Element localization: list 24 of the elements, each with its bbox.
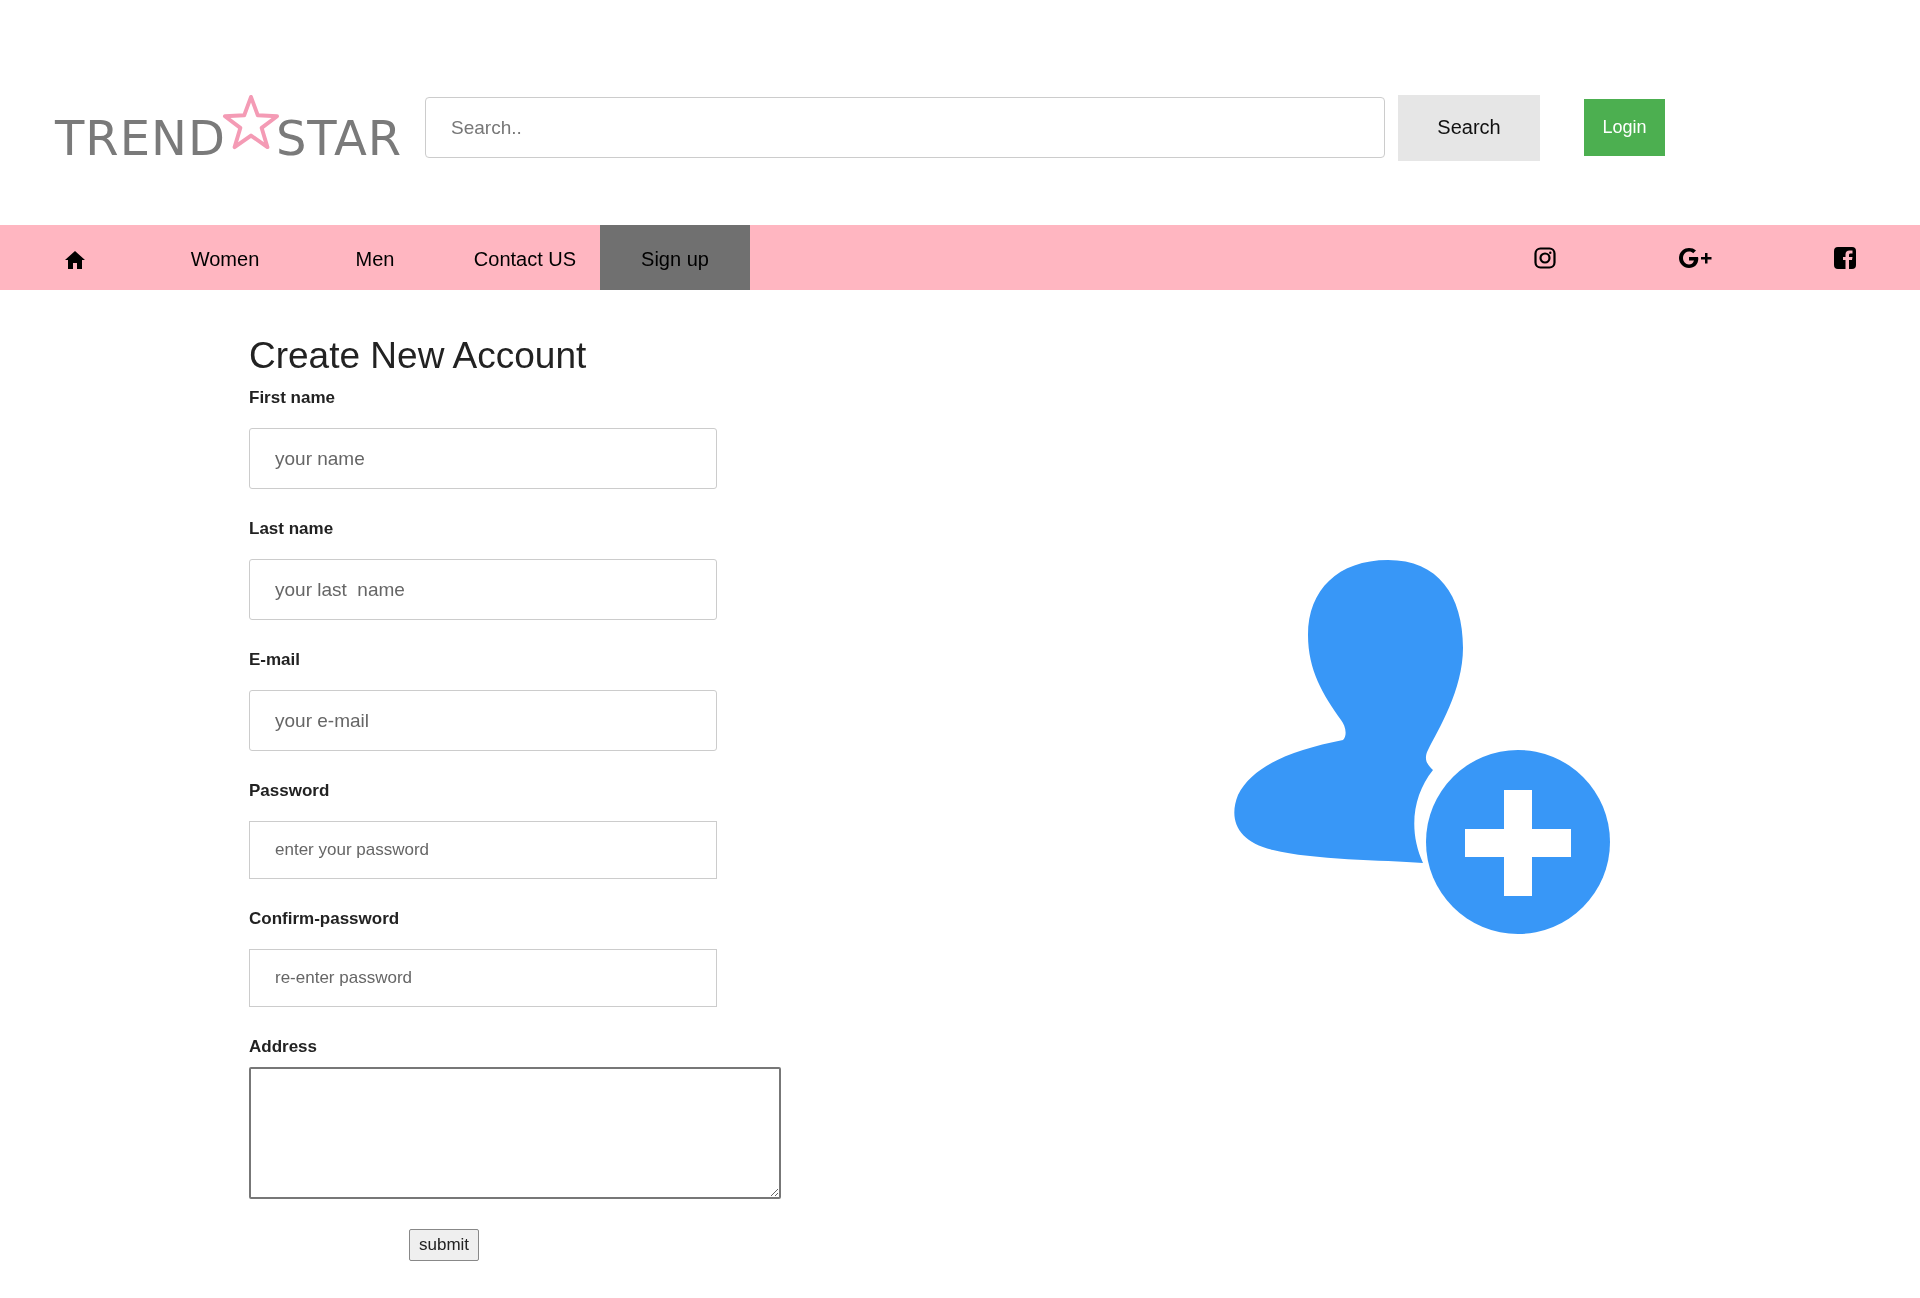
logo-text: TREND bbox=[55, 112, 226, 163]
add-user-icon bbox=[1233, 560, 1613, 935]
form-title: Create New Account bbox=[249, 334, 588, 378]
address-field[interactable] bbox=[249, 1067, 781, 1199]
field-label: Address bbox=[249, 1037, 319, 1057]
input-field[interactable]: your e-mail bbox=[249, 690, 717, 751]
field-label: E-mail bbox=[249, 650, 302, 670]
field-label: Confirm-password bbox=[249, 909, 401, 929]
input-field[interactable]: your last name bbox=[249, 559, 717, 620]
home-icon bbox=[65, 250, 85, 269]
search-field[interactable]: Search.. bbox=[425, 97, 1385, 158]
input-field[interactable]: your name bbox=[249, 428, 717, 489]
field-label: Password bbox=[249, 781, 331, 801]
submit-button[interactable]: submit bbox=[409, 1229, 480, 1261]
nav-link[interactable]: Men bbox=[300, 225, 450, 290]
field-label: Last name bbox=[249, 519, 335, 539]
password-field[interactable]: re-enter password bbox=[249, 949, 717, 1007]
nav-link[interactable]: Women bbox=[150, 225, 300, 290]
search-button[interactable]: Search bbox=[1398, 94, 1540, 161]
nav-link[interactable]: Contact US bbox=[450, 225, 600, 290]
logo-text: STAR bbox=[275, 112, 403, 163]
password-field[interactable]: enter your password bbox=[249, 821, 717, 879]
nav-link[interactable]: Sign up bbox=[600, 225, 750, 290]
field-label: First name bbox=[249, 388, 336, 408]
